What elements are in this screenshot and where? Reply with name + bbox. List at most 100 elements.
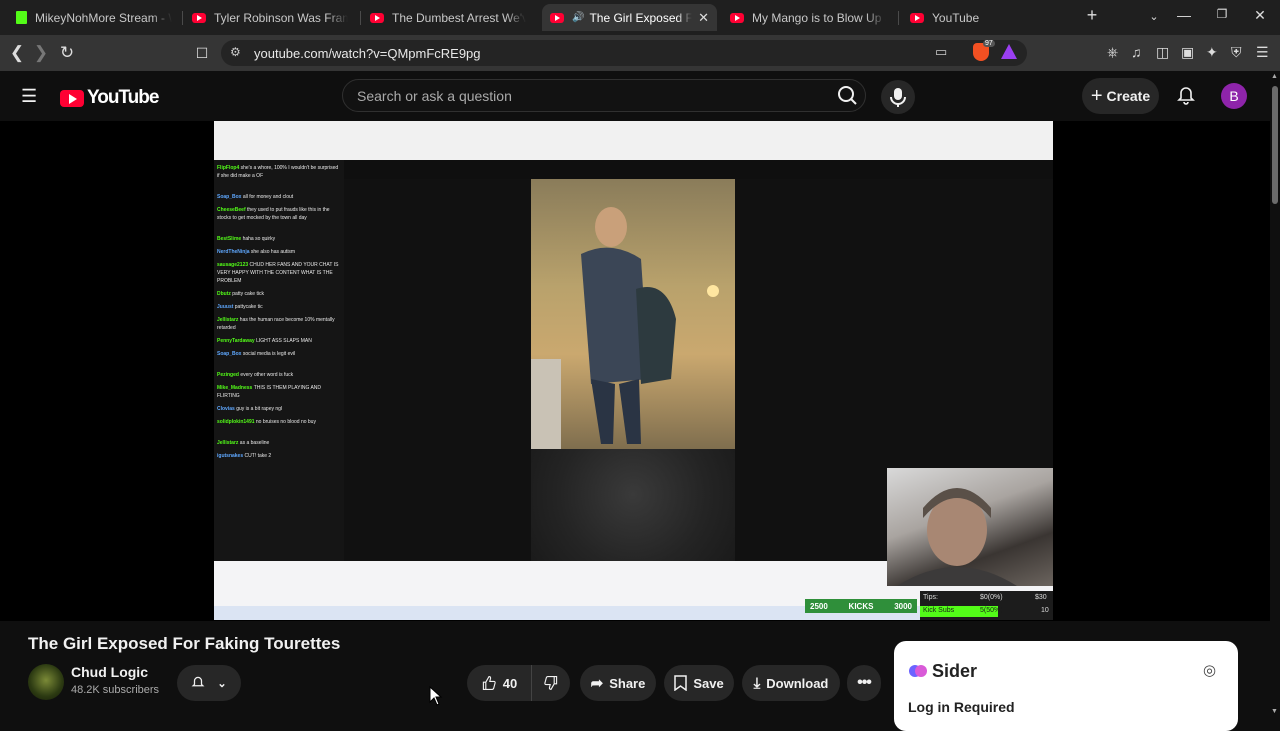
browser-tab[interactable]: YouTube bbox=[902, 4, 1074, 31]
embedded-browser-chrome bbox=[214, 121, 1053, 160]
minimize-icon[interactable]: — bbox=[1174, 7, 1194, 23]
close-window-icon[interactable]: ✕ bbox=[1250, 7, 1270, 24]
chat-text: patty cake tick bbox=[232, 291, 264, 297]
chat-text: CUT! take 2 bbox=[244, 453, 272, 459]
bell-icon bbox=[191, 676, 205, 687]
create-button[interactable]: + Create bbox=[1082, 78, 1159, 114]
extensions-icon[interactable]: ⎈ bbox=[1107, 44, 1118, 61]
kick-goal-bar: 2500 KICKS 3000 bbox=[805, 599, 917, 613]
cast-icon[interactable]: ▭ bbox=[935, 44, 947, 60]
browser-tab[interactable]: Tyler Robinson Was Framed, He bbox=[184, 4, 356, 31]
url-text[interactable]: youtube.com/watch?v=QMpmFcRE9pg bbox=[254, 46, 481, 61]
create-label: Create bbox=[1106, 88, 1151, 104]
chat-username: solidplokin1491 bbox=[217, 419, 256, 425]
chat-message: Pezinged every other word is fuck bbox=[217, 371, 341, 379]
chat-text: haha so quirky bbox=[242, 236, 276, 242]
chat-message: Clovias guy is a bit rapey ngl bbox=[217, 405, 341, 413]
guide-menu-icon[interactable]: ☰ bbox=[21, 86, 37, 107]
chat-text: social media is legit evil bbox=[242, 351, 296, 357]
youtube-logo[interactable]: YouTube bbox=[60, 87, 159, 109]
browser-tab[interactable]: The Dumbest Arrest We've Ever bbox=[362, 4, 534, 31]
brave-rewards-icon[interactable] bbox=[1001, 44, 1017, 59]
scroll-down-arrow-icon[interactable]: ▼ bbox=[1271, 708, 1278, 715]
people-silhouette bbox=[531, 207, 719, 449]
forward-arrow-icon[interactable]: ❯ bbox=[31, 43, 51, 63]
close-tab-icon[interactable]: ✕ bbox=[698, 10, 709, 26]
video-player[interactable]: FlipFlop4 she's a whore, 100% I wouldn't… bbox=[0, 121, 1270, 621]
account-avatar[interactable]: B bbox=[1221, 83, 1247, 109]
back-arrow-icon[interactable]: ❮ bbox=[7, 43, 27, 63]
browser-tab[interactable]: MikeyNohMore Stream - Watch bbox=[8, 4, 180, 31]
browser-tab[interactable]: My Mango is to Blow Up and Th bbox=[722, 4, 894, 31]
chat-message: Mike_Madness THIS IS THEM PLAYING AND FL… bbox=[217, 384, 341, 400]
tab-title: Tyler Robinson Was Framed, He bbox=[214, 10, 348, 25]
search-box[interactable]: Search or ask a question bbox=[342, 79, 866, 112]
chat-message: Jellistarz has the human race become 10%… bbox=[217, 316, 341, 332]
tips-goal-box: Tips: $0(0%) $30 Kick Subs 5(50%) 10 bbox=[920, 591, 1053, 620]
new-tab-plus-icon[interactable]: + bbox=[1082, 5, 1102, 26]
restore-icon[interactable]: ❐ bbox=[1212, 7, 1232, 21]
chat-message: sausage2123 CHUD HER FANS AND YOUR CHAT … bbox=[217, 261, 341, 285]
bookmark-icon[interactable]: ☐ bbox=[192, 43, 212, 63]
tips-value: $0(0%) bbox=[980, 594, 1003, 601]
tab-title: My Mango is to Blow Up and Th bbox=[752, 10, 886, 25]
wallet-icon[interactable]: ▣ bbox=[1181, 44, 1194, 61]
media-icon[interactable]: ♫ bbox=[1131, 44, 1142, 60]
site-info-icon[interactable]: ⚙ bbox=[230, 45, 241, 59]
video-title: The Girl Exposed For Faking Tourettes bbox=[28, 634, 341, 653]
address-bar[interactable]: ⚙ youtube.com/watch?v=QMpmFcRE9pg ▭ 97 bbox=[221, 40, 1027, 66]
chat-username: Soap_Box bbox=[217, 351, 243, 357]
sider-title: Sider bbox=[932, 661, 978, 681]
leo-ai-icon[interactable]: ✦ bbox=[1206, 44, 1218, 61]
vpn-shield-icon[interactable]: ⛨ bbox=[1231, 44, 1242, 61]
like-count: 40 bbox=[502, 675, 518, 691]
chat-username: Dbutz bbox=[217, 291, 233, 297]
thumbs-up-icon bbox=[482, 676, 496, 690]
voice-search-button[interactable] bbox=[881, 80, 915, 114]
kick-subs-value: 5(50%) bbox=[980, 607, 1003, 614]
more-actions-button[interactable]: ••• bbox=[847, 665, 881, 701]
chat-message: Jellistarz as a baseline bbox=[217, 439, 341, 447]
browser-tab-active[interactable]: 🔊 The Girl Exposed For Faking ✕ bbox=[542, 4, 717, 31]
channel-avatar[interactable] bbox=[28, 664, 64, 700]
stream-chat-overlay: FlipFlop4 she's a whore, 100% I wouldn't… bbox=[214, 160, 344, 620]
tab-search-chevron-icon[interactable]: ⌄ bbox=[1144, 10, 1164, 23]
scroll-up-arrow-icon[interactable]: ▲ bbox=[1271, 73, 1278, 80]
subscribed-notifications-button[interactable]: ⌄ bbox=[177, 665, 241, 701]
scrollbar-thumb[interactable] bbox=[1272, 86, 1278, 204]
search-input[interactable]: Search or ask a question bbox=[357, 88, 512, 104]
microphone-icon bbox=[890, 88, 906, 107]
chat-username: igutsnakes bbox=[217, 453, 245, 459]
chat-text: all for money and clout bbox=[242, 194, 294, 200]
chat-username: BestSlime bbox=[217, 236, 243, 242]
share-button[interactable]: ➦ Share bbox=[580, 665, 656, 701]
notifications-bell-icon[interactable] bbox=[1176, 86, 1196, 106]
reload-icon[interactable]: ↻ bbox=[57, 43, 77, 63]
sider-settings-icon[interactable]: ◎ bbox=[1203, 661, 1216, 679]
youtube-header: ☰ YouTube Search or ask a question + Cre… bbox=[0, 71, 1270, 121]
mouse-cursor-icon bbox=[429, 686, 443, 706]
speaker-icon[interactable]: 🔊 bbox=[572, 12, 584, 23]
sidebar-icon[interactable]: ◫ bbox=[1156, 44, 1169, 61]
youtube-favicon-icon bbox=[192, 12, 206, 23]
video-frame[interactable]: FlipFlop4 she's a whore, 100% I wouldn't… bbox=[214, 121, 1053, 620]
subscriber-count: 48.2K subscribers bbox=[71, 684, 160, 696]
youtube-wordmark: YouTube bbox=[87, 87, 159, 108]
like-button[interactable]: 40 bbox=[467, 665, 531, 701]
chat-username: PennyTardaway bbox=[217, 338, 257, 344]
search-icon[interactable] bbox=[831, 81, 863, 110]
chat-text: LIGHT ASS SLAPS MAN bbox=[256, 338, 312, 344]
chat-username: NerdTheNinja bbox=[217, 249, 251, 255]
chat-username: sausage2123 bbox=[217, 262, 250, 268]
menu-icon[interactable]: ☰ bbox=[1256, 44, 1269, 61]
chat-message: igutsnakes CUT! take 2 bbox=[217, 452, 341, 460]
dislike-button[interactable] bbox=[531, 665, 570, 701]
save-button[interactable]: Save bbox=[664, 665, 734, 701]
channel-name[interactable]: Chud Logic bbox=[71, 664, 148, 680]
download-button[interactable]: ⤓ Download bbox=[742, 665, 840, 701]
chat-text: guy is a bit rapey ngl bbox=[236, 406, 283, 412]
sider-login-required: Log in Required bbox=[908, 699, 1015, 715]
kick-subs-target: 10 bbox=[1041, 607, 1049, 614]
chat-text: as a baseline bbox=[239, 440, 270, 446]
chat-message: BestSlime haha so quirky bbox=[217, 235, 341, 243]
